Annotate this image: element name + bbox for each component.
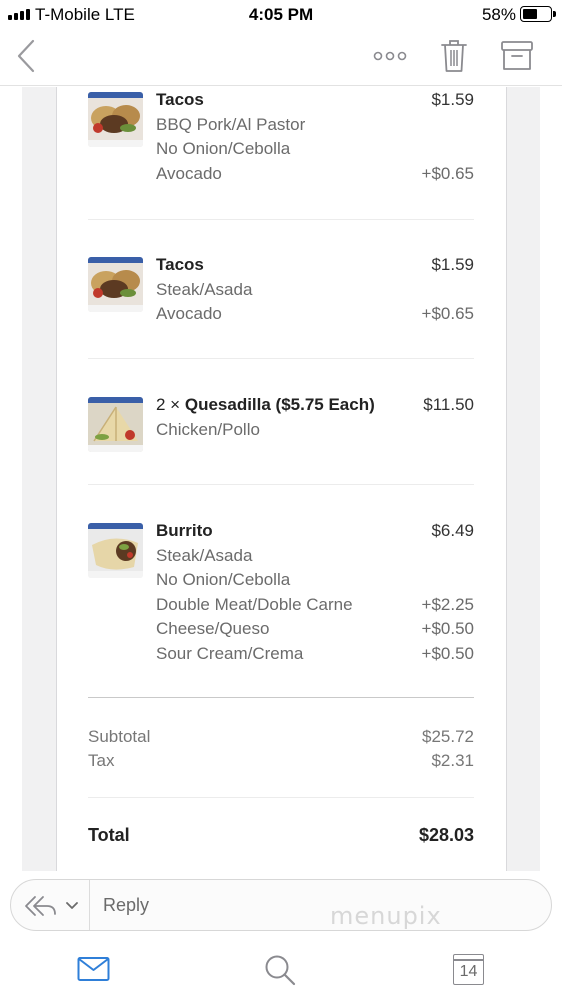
item-title: 2 × Quesadilla ($5.75 Each): [156, 395, 375, 415]
status-bar: T-Mobile LTE 4:05 PM 58%: [0, 0, 562, 30]
tacos-photo: [88, 257, 143, 312]
watermark: menupix: [330, 902, 442, 930]
clock: 4:05 PM: [248, 5, 314, 24]
navigation-bar: [0, 30, 562, 86]
modifier-price: +$0.65: [421, 164, 474, 183]
battery-icon: [520, 6, 556, 22]
calendar-icon[interactable]: 14: [453, 954, 484, 985]
item-modifier: Sour Cream/Crema: [156, 644, 304, 663]
subtotal-value: $25.72: [422, 727, 474, 746]
more-dots-icon[interactable]: [372, 50, 408, 62]
modifier-price: +$0.65: [421, 304, 474, 323]
item-modifier: Chicken/Pollo: [156, 420, 260, 439]
order-item: 2 × Quesadilla ($5.75 Each) $11.50 Chick…: [88, 395, 474, 455]
modifier-price: +$0.50: [421, 619, 474, 638]
item-modifier: No Onion/Cebolla: [156, 139, 291, 158]
order-item: Tacos $1.59 Steak/Asada Avocado +$0.65: [88, 255, 474, 335]
item-title: Tacos: [156, 90, 204, 109]
reply-divider: [89, 880, 90, 930]
calendar-day: 14: [459, 963, 478, 980]
battery-percentage: 58%: [481, 5, 516, 24]
tax-label: Tax: [88, 751, 115, 770]
item-modifier: Double Meat/Doble Carne: [156, 595, 353, 614]
archive-icon[interactable]: [500, 40, 534, 72]
item-title-text: Quesadilla ($5.75 Each): [184, 395, 375, 414]
modifier-price: +$0.50: [421, 644, 474, 663]
chevron-left-icon[interactable]: [14, 38, 38, 74]
item-price: $6.49: [431, 521, 474, 540]
item-price: $1.59: [431, 90, 474, 109]
item-title: Tacos: [156, 255, 204, 274]
item-modifier: Steak/Asada: [156, 280, 253, 299]
reply-all-icon[interactable]: [23, 894, 57, 918]
item-modifier: Steak/Asada: [156, 546, 253, 565]
modifier-price: +$2.25: [421, 595, 474, 614]
item-divider: [88, 358, 474, 359]
burrito-photo: [88, 523, 143, 578]
trash-icon[interactable]: [440, 38, 468, 74]
reply-bar[interactable]: Reply: [10, 879, 552, 931]
item-divider: [88, 219, 474, 220]
item-modifier: Cheese/Queso: [156, 619, 270, 638]
item-quantity: 2 ×: [156, 395, 181, 414]
quesadilla-photo: [88, 397, 143, 452]
subtotal-label: Subtotal: [88, 727, 151, 746]
total-value: $28.03: [418, 825, 474, 845]
tacos-photo: [88, 92, 143, 147]
chevron-down-icon[interactable]: [66, 902, 78, 910]
total-divider: [88, 797, 474, 798]
mail-icon[interactable]: [77, 956, 110, 982]
item-modifier: BBQ Pork/Al Pastor: [156, 115, 306, 134]
totals-divider: [88, 697, 474, 698]
item-modifier: Avocado: [156, 164, 222, 183]
search-icon[interactable]: [264, 954, 296, 986]
tab-bar: 14: [0, 935, 562, 1000]
order-item: Burrito $6.49 Steak/Asada No Onion/Cebol…: [88, 521, 474, 671]
item-price: $1.59: [431, 255, 474, 274]
order-item: Tacos $1.59 BBQ Pork/Al Pastor No Onion/…: [88, 90, 474, 190]
total-label: Total: [88, 825, 130, 845]
item-divider: [88, 484, 474, 485]
reply-button-label[interactable]: Reply: [103, 895, 149, 916]
tax-value: $2.31: [431, 751, 474, 770]
item-modifier: No Onion/Cebolla: [156, 570, 291, 589]
item-modifier: Avocado: [156, 304, 222, 323]
item-price: $11.50: [423, 395, 474, 414]
item-title: Burrito: [156, 521, 213, 540]
